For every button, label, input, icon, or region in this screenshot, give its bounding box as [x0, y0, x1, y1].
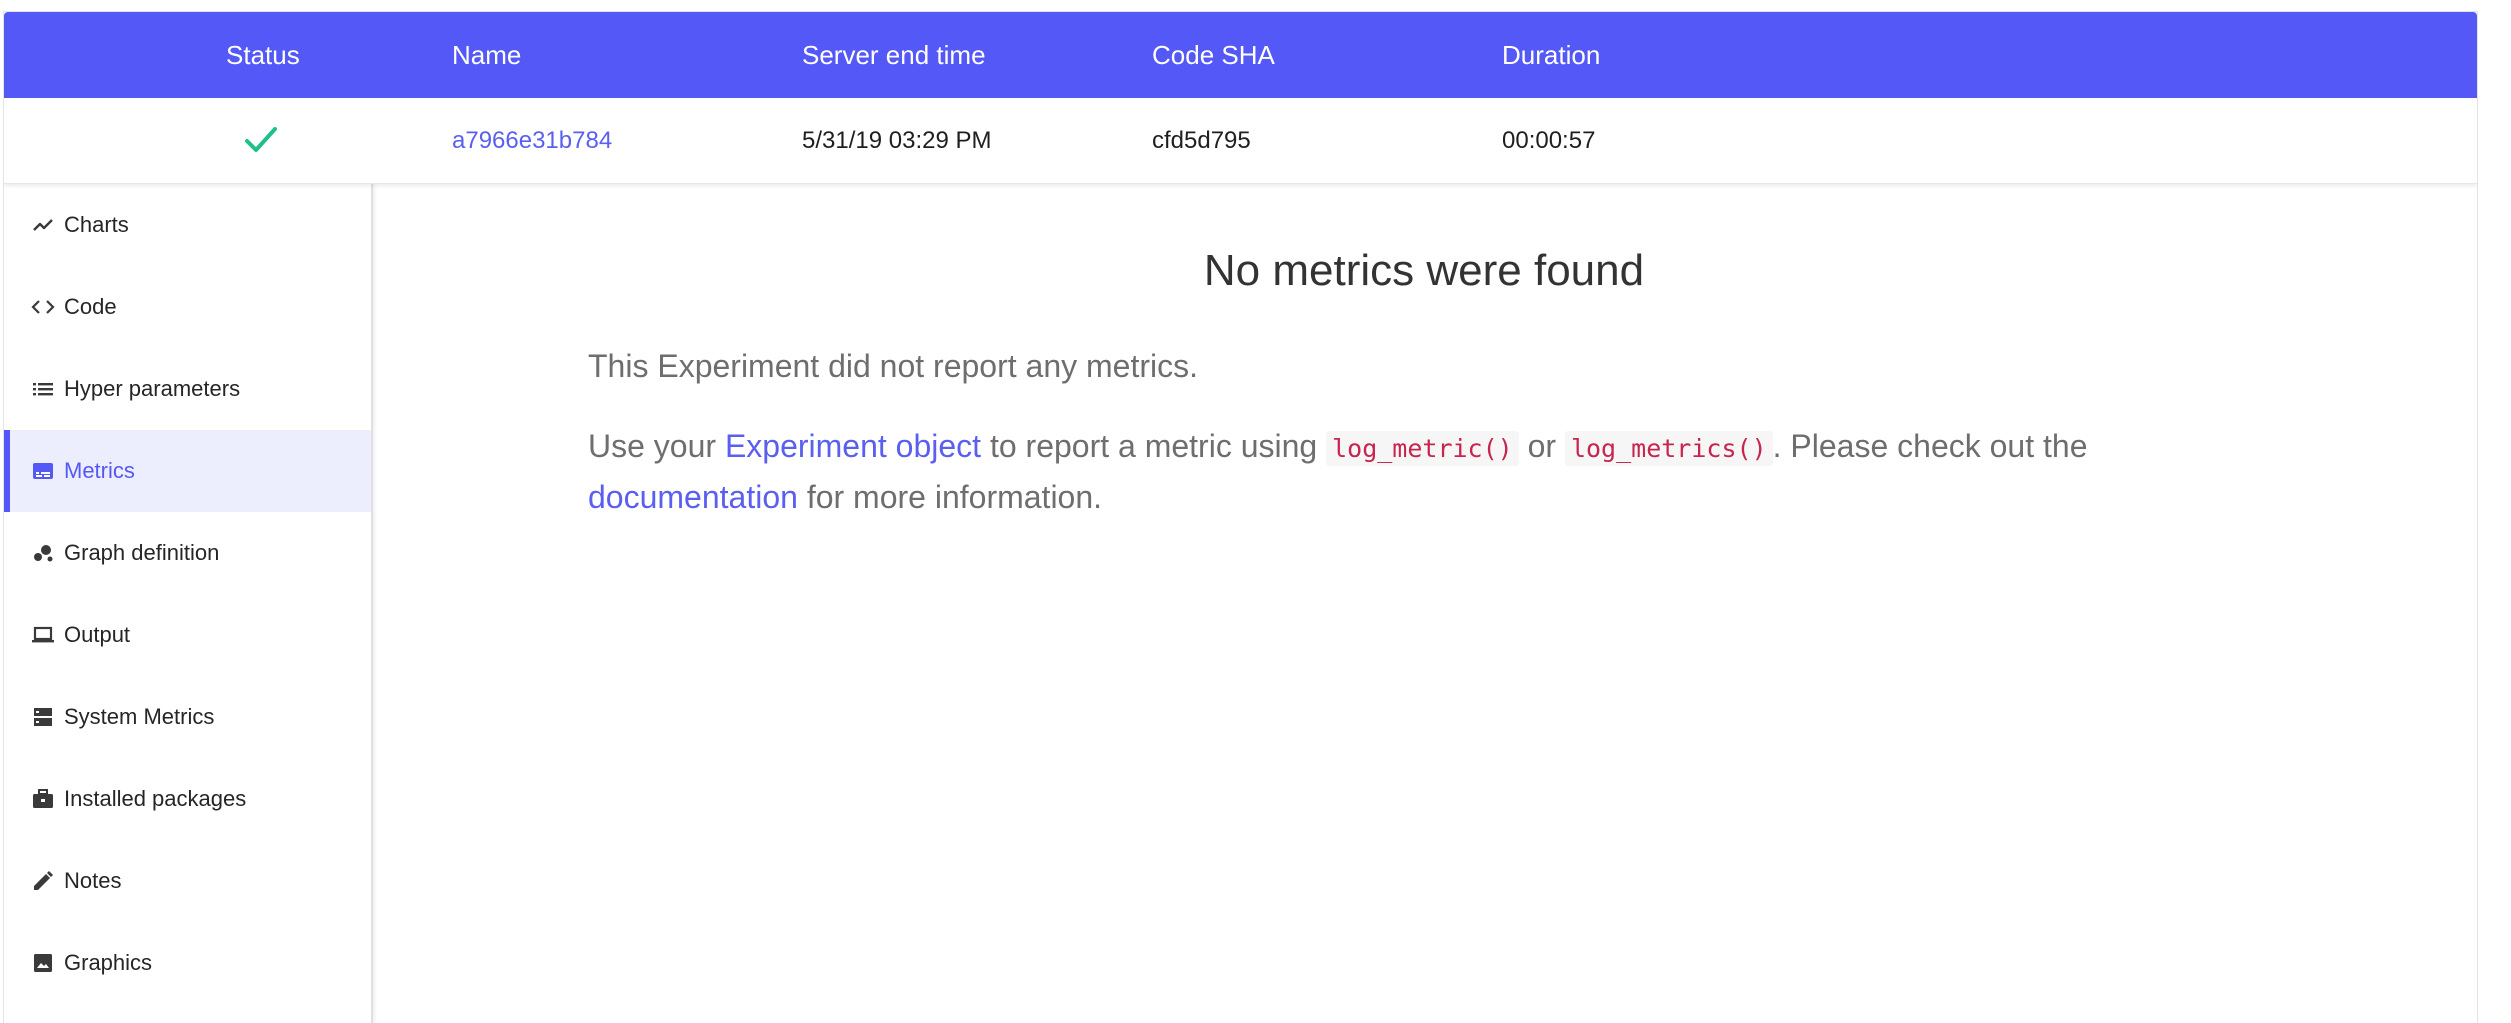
header-code-sha[interactable]: Code SHA	[1152, 12, 1275, 98]
check-icon	[244, 125, 278, 155]
help-text: or	[1518, 428, 1565, 464]
help-text: to report a metric using	[981, 428, 1327, 464]
sidebar-item-code[interactable]: Code	[4, 266, 371, 348]
sidebar-item-output[interactable]: Output	[4, 594, 371, 676]
sidebar-item-label: Graph definition	[64, 540, 220, 565]
log-metrics-code: log_metrics()	[1564, 431, 1773, 466]
code-sha-value: cfd5d795	[1152, 127, 1251, 154]
pencil-icon	[30, 868, 56, 894]
sidebar-item-label: Metrics	[64, 458, 135, 483]
experiment-page: Status Name Server end time Code SHA Dur…	[3, 11, 2478, 1023]
server-end-time-value: 5/31/19 03:29 PM	[802, 127, 992, 154]
sidebar-item-label: Installed packages	[64, 786, 247, 811]
briefcase-icon	[30, 786, 56, 812]
duration-value: 00:00:57	[1502, 127, 1596, 154]
help-text: . Please check out the	[1772, 428, 2088, 464]
code-icon	[30, 294, 56, 320]
metrics-panel: No metrics were found This Experiment di…	[371, 184, 2477, 1023]
sidebar-item-label: System Metrics	[64, 704, 215, 729]
help-text: for more information.	[797, 479, 1103, 515]
server-icon	[30, 704, 56, 730]
experiment-name-link[interactable]: a7966e31b784	[452, 98, 612, 184]
empty-state-message: This Experiment did not report any metri…	[588, 348, 1199, 384]
empty-state-title: No metrics were found	[1203, 246, 1645, 295]
sidebar-item-system-metrics[interactable]: System Metrics	[4, 676, 371, 758]
help-text: Use your	[588, 428, 725, 464]
experiment-object-link[interactable]: Experiment object	[725, 428, 981, 464]
sidebar-item-notes[interactable]: Notes	[4, 840, 371, 922]
sidebar-item-metrics[interactable]: Metrics	[4, 430, 371, 512]
image-icon	[30, 950, 56, 976]
table-row[interactable]: a7966e31b784 5/31/19 03:29 PM cfd5d795 0…	[4, 98, 2477, 184]
table-header: Status Name Server end time Code SHA Dur…	[4, 12, 2477, 98]
list-icon	[30, 376, 56, 402]
header-name[interactable]: Name	[452, 12, 521, 98]
metrics-icon	[30, 458, 56, 484]
sidebar-item-hyper-parameters[interactable]: Hyper parameters	[4, 348, 371, 430]
sidebar-item-label: Notes	[64, 868, 122, 893]
graph-icon	[30, 540, 56, 566]
sidebar-item-label: Output	[64, 622, 131, 647]
laptop-icon	[30, 622, 56, 648]
sidebar-nav: Charts Code Hyper parameters Metrics Gra…	[4, 184, 373, 1023]
header-server-end-time[interactable]: Server end time	[802, 12, 986, 98]
empty-state-help: Use your Experiment object to report a m…	[588, 422, 2088, 521]
sidebar-item-label: Hyper parameters	[64, 376, 241, 401]
sidebar-item-installed-packages[interactable]: Installed packages	[4, 758, 371, 840]
sidebar-item-label: Code	[64, 294, 117, 319]
sidebar-item-charts[interactable]: Charts	[4, 184, 371, 266]
sidebar-item-graph-definition[interactable]: Graph definition	[4, 512, 371, 594]
chart-line-icon	[30, 212, 56, 238]
scrollbar[interactable]	[2480, 0, 2511, 1023]
documentation-link[interactable]: documentation	[588, 479, 798, 515]
log-metric-code: log_metric()	[1326, 431, 1519, 466]
sidebar-item-label: Graphics	[64, 950, 153, 975]
header-duration[interactable]: Duration	[1502, 12, 1600, 98]
sidebar-item-graphics[interactable]: Graphics	[4, 922, 371, 1004]
header-status[interactable]: Status	[226, 12, 300, 98]
sidebar-item-label: Charts	[64, 212, 129, 237]
